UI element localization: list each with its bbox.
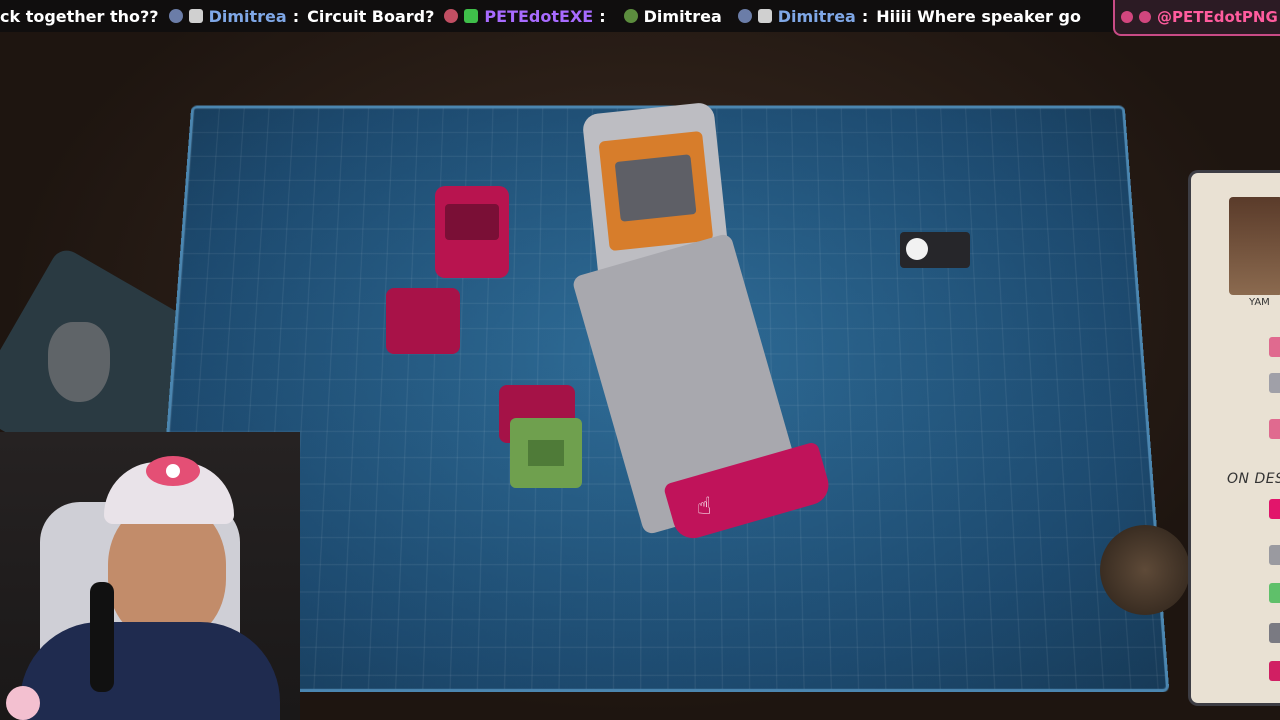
phone-screen-window bbox=[445, 204, 499, 240]
chat-message: Dimitrea bbox=[623, 6, 728, 26]
chat-separator: : bbox=[861, 6, 869, 26]
phone-back-cover-part[interactable] bbox=[435, 186, 509, 278]
twitch-icon bbox=[1121, 11, 1133, 23]
tiktok-icon bbox=[1139, 11, 1151, 23]
character-portrait bbox=[1229, 197, 1280, 295]
eye-logo-icon bbox=[146, 456, 200, 486]
chat-message: Dimitrea : Circuit Board? bbox=[168, 6, 435, 26]
chat-message: PETEdotEXE : bbox=[444, 7, 613, 26]
circuit-chip bbox=[528, 440, 564, 466]
phone-cover-part[interactable] bbox=[386, 288, 460, 354]
computer-mouse bbox=[48, 322, 110, 402]
bot-badge-icon bbox=[737, 9, 752, 23]
circuit-board-part[interactable] bbox=[510, 418, 582, 488]
streamer-webcam bbox=[0, 432, 300, 720]
chat-separator: : bbox=[292, 6, 300, 26]
side-panel[interactable]: YAM ON DESK bbox=[1188, 170, 1280, 706]
inventory-item[interactable] bbox=[1269, 337, 1280, 357]
inventory-item[interactable] bbox=[1269, 583, 1280, 603]
check-badge-icon bbox=[464, 9, 479, 23]
chat-separator: : bbox=[599, 6, 606, 26]
inventory-item[interactable] bbox=[1269, 623, 1280, 643]
emote-icon bbox=[444, 9, 459, 23]
chat-text: ck together tho?? bbox=[0, 6, 159, 26]
on-desk-label: ON DESK bbox=[1227, 471, 1280, 487]
inventory-item[interactable] bbox=[1269, 661, 1280, 681]
chat-username: Dimitrea bbox=[208, 6, 287, 26]
frog-emote-icon bbox=[623, 9, 638, 23]
sim-logo-icon bbox=[906, 238, 928, 260]
user-badge-icon bbox=[188, 9, 203, 23]
chat-username: Dimitrea bbox=[777, 6, 856, 26]
chat-ticker: ck together tho?? Dimitrea : Circuit Boa… bbox=[0, 0, 1280, 32]
inventory-item[interactable] bbox=[1269, 373, 1280, 393]
inventory-item[interactable] bbox=[1269, 499, 1280, 519]
coffee-cup bbox=[1100, 525, 1190, 615]
hand-cursor-icon: ☝ bbox=[697, 492, 712, 520]
flower-sticker-icon bbox=[6, 686, 40, 720]
streamer-shirt bbox=[20, 622, 280, 720]
chat-message: Dimitrea : Hiiii Where speaker go bbox=[737, 6, 1081, 26]
character-name: YAM bbox=[1249, 297, 1270, 308]
sim-card-part[interactable] bbox=[900, 232, 970, 268]
microphone bbox=[90, 582, 114, 692]
chat-text: Hiiii Where speaker go bbox=[876, 6, 1081, 26]
phone-lcd bbox=[614, 154, 697, 222]
bot-badge-icon bbox=[168, 9, 183, 23]
user-badge-icon bbox=[757, 9, 772, 23]
social-handle-banner: @PETEdotPNG bbox=[1113, 0, 1280, 36]
inventory-item[interactable] bbox=[1269, 419, 1280, 439]
chat-message: ck together tho?? bbox=[0, 7, 159, 26]
chat-username: PETEdotEXE bbox=[484, 6, 594, 26]
inventory-item[interactable] bbox=[1269, 545, 1280, 565]
social-handle: @PETEdotPNG bbox=[1157, 8, 1278, 26]
chat-text: Circuit Board? bbox=[307, 6, 435, 26]
chat-username: Dimitrea bbox=[643, 6, 722, 26]
